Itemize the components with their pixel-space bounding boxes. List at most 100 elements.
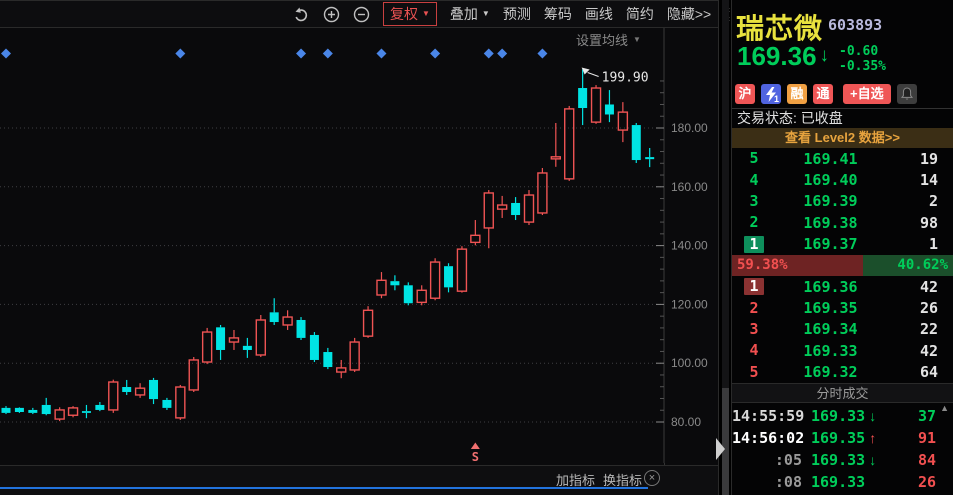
ask-price: 169.39 [803,192,858,211]
overlay-dropdown[interactable]: 叠加 ▼ [450,4,490,24]
bid-price: 169.34 [803,320,858,339]
badge-lightning[interactable]: 1 [761,84,781,104]
bid-row[interactable]: 5 169.32 64 [732,362,953,383]
tick-time: :08 [774,473,802,491]
bid-price: 169.32 [803,363,858,382]
bid-price: 169.33 [803,341,858,360]
indicator-bar: 加指标 换指标 × [0,465,718,495]
ask-level: 4 [749,170,759,189]
sell-ratio-value: 40.62% [863,255,953,276]
add-to-watchlist-button[interactable]: +自选 [843,84,891,104]
tick-row[interactable]: 14:55:59 169.33 ↓ 37 [732,405,953,427]
buy-queue: 1 169.36 42 2 169.35 26 3 169.34 22 4 169.33 42 5 169… [732,276,953,383]
tick-time: :05 [774,451,802,469]
ask-level: 5 [749,149,759,168]
ask-price: 169.40 [803,171,858,190]
ask-volume: 14 [919,171,938,190]
price-change: -0.60 [839,44,879,59]
ask-price: 169.37 [803,235,858,254]
ask-price: 169.38 [803,213,858,232]
adjust-mode-label: 复权 [390,6,418,22]
draw-line-button[interactable]: 画线 [585,4,613,24]
svg-text:180.00: 180.00 [671,121,708,135]
price-row: 169.36 ↓ -0.60 -0.35% [737,42,886,74]
bid-volume: 22 [919,320,938,339]
tick-up-arrow-icon: ↑ [869,430,877,446]
overlay-label: 叠加 [449,6,478,22]
ask-volume: 98 [919,213,938,232]
tick-row[interactable]: 14:56:02 169.35 ↑ 91 [732,427,953,449]
tick-volume: 26 [917,473,936,491]
quote-panel: 瑞芯微 603893 169.36 ↓ -0.60 -0.35% 沪 1 融通 +自选… [731,0,953,495]
ma-settings-label: 设置均线 [576,33,629,48]
tick-price: 169.33 [811,473,866,491]
tick-price: 169.35 [811,429,866,447]
svg-text:120.00: 120.00 [671,297,708,311]
bid-level: 3 [749,319,759,338]
toolbar: 复权 ▼ 叠加 ▼ 预测 筹码 画线 简约 隐藏>> [0,0,739,28]
stock-code: 603893 [828,16,883,34]
ask-volume: 19 [919,149,938,168]
undo-icon[interactable] [292,5,310,23]
scroll-up-icon[interactable]: ▲ [940,404,949,413]
tick-price: 169.33 [811,407,866,425]
ask-row[interactable]: 2 169.38 98 [732,212,953,233]
time-sales-header: 分时成交 [732,383,953,403]
bid-level: 4 [749,341,759,360]
svg-text:100.00: 100.00 [671,356,708,370]
tick-down-arrow-icon: ↓ [869,408,877,424]
price-down-arrow: ↓ [819,45,830,66]
badge-shanghai[interactable]: 沪 [735,84,755,104]
sell-queue: 5 169.41 19 4 169.40 14 3 169.39 2 2 169.38 98 1 169.… [732,148,953,255]
ask-row[interactable]: 4 169.40 14 [732,170,953,191]
bid-row[interactable]: 3 169.34 22 [732,319,953,340]
tick-row[interactable]: :05 169.33 ↓ 84 [732,449,953,471]
ask-price: 169.41 [803,149,858,168]
price-change-pct: -0.35% [839,59,886,74]
bid-price: 169.36 [803,277,858,296]
chips-button[interactable]: 筹码 [544,4,572,24]
zoom-in-icon[interactable] [323,6,340,23]
zoom-out-icon[interactable] [353,6,370,23]
chevron-down-icon: ▼ [633,34,641,44]
ask-row[interactable]: 5 169.41 19 [732,148,953,169]
svg-text:S: S [472,450,479,463]
predict-button[interactable]: 预测 [503,4,531,24]
hide-toolbar-button[interactable]: 隐藏>> [667,4,711,24]
bid-volume: 26 [919,299,938,318]
bid-row[interactable]: 4 169.33 42 [732,340,953,361]
close-icon[interactable]: × [644,470,660,486]
adjust-mode-dropdown[interactable]: 复权 ▼ [383,2,437,26]
bid-level: 5 [749,362,759,381]
buy-ratio-value: 59.38% [732,255,864,276]
badge-margin[interactable]: 融 [787,84,807,104]
bid-price: 169.35 [803,299,858,318]
time-sales-list[interactable]: ▲ 14:55:59 169.33 ↓ 37 14:56:02 169.35 ↑ 91:05 1… [732,403,953,495]
level2-link[interactable]: 查看 Level2 数据>> [732,128,953,148]
svg-text:80.00: 80.00 [671,415,701,429]
bid-row[interactable]: 2 169.35 26 [732,298,953,319]
tick-price: 169.33 [811,451,866,469]
tick-time: 14:56:02 [732,429,805,447]
ma-settings-dropdown[interactable]: 设置均线 ▼ [576,30,641,49]
stock-header: 瑞芯微 603893 169.36 ↓ -0.60 -0.35% 沪 1 融通 +自选 [732,0,953,108]
badge-row: 沪 1 融通 +自选 [735,84,917,104]
simple-mode-button[interactable]: 简约 [626,4,654,24]
bid-level: 2 [749,298,759,317]
tick-time: 14:55:59 [732,407,805,425]
bid-volume: 64 [919,363,938,382]
ask-level: 1 [744,235,764,253]
buy-sell-ratio-bar: 59.38% 40.62% [732,255,953,276]
chevron-down-icon: ▼ [422,9,430,18]
tick-row[interactable]: :08 169.33 26 [732,471,953,493]
chevron-down-icon: ▼ [481,9,490,18]
ask-row[interactable]: 3 169.39 2 [732,191,953,212]
bid-row[interactable]: 1 169.36 42 [732,276,953,297]
price-alert-bell-button[interactable] [896,84,917,104]
ask-row[interactable]: 1 169.37 1 [732,234,953,255]
bottom-accent-line [0,487,648,489]
candlestick-chart[interactable]: 80.00 100.00 120.00 140.00 160.00 180.00 199.9… [0,28,731,463]
badge-connect[interactable]: 通 [813,84,833,104]
ask-volume: 1 [928,235,938,254]
svg-text:140.00: 140.00 [671,239,708,253]
